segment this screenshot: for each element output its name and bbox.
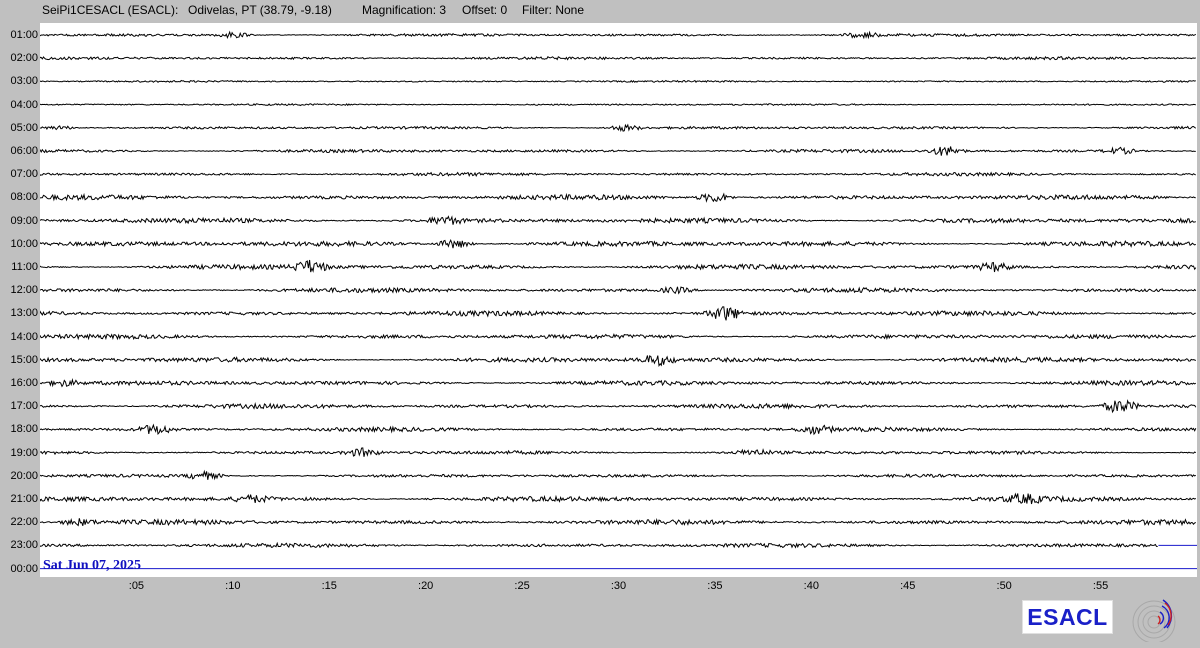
minute-tick-label: :30 bbox=[610, 580, 627, 592]
station-label: SeiPi1CESACL (ESACL): bbox=[42, 3, 179, 17]
location-label: Odivelas, PT (38.79, -9.18) bbox=[188, 3, 332, 17]
hour-label: 00:00 bbox=[10, 562, 38, 575]
trace-0200 bbox=[40, 55, 1196, 61]
hour-label: 22:00 bbox=[10, 516, 38, 529]
trace-1700 bbox=[40, 399, 1197, 414]
hour-label: 20:00 bbox=[10, 469, 38, 482]
hour-label: 10:00 bbox=[10, 237, 38, 250]
trace-0700 bbox=[40, 171, 1197, 177]
minute-tick-label: :20 bbox=[418, 580, 434, 592]
trace-1500 bbox=[40, 355, 1197, 368]
minute-tick-label: :15 bbox=[321, 580, 337, 592]
trace-2000 bbox=[40, 469, 1197, 481]
trace-1300 bbox=[40, 306, 1196, 321]
logo-text: ESACL bbox=[1027, 603, 1108, 630]
hour-label: 05:00 bbox=[10, 121, 38, 134]
hour-label: 04:00 bbox=[10, 98, 38, 111]
header-bar: SeiPi1CESACL (ESACL): Odivelas, PT (38.7… bbox=[0, 0, 1200, 22]
hour-axis: 01:00 02:00 03:00 04:00 05:00 06:00 07:00 08:00… bbox=[0, 0, 40, 600]
trace-0800 bbox=[40, 192, 1196, 203]
date-label: Sat Jun 07, 2025 bbox=[43, 558, 142, 573]
minute-tick-label: :25 bbox=[514, 580, 530, 592]
trace-0400 bbox=[40, 102, 1196, 107]
esacl-logo: ESACL bbox=[1022, 600, 1113, 634]
minute-tick-label: :55 bbox=[1092, 580, 1109, 592]
filter-label: Filter: None bbox=[522, 3, 585, 17]
trace-2100 bbox=[40, 492, 1197, 505]
minute-tick-label: :50 bbox=[996, 580, 1012, 592]
seismograph-emblem-icon bbox=[1130, 594, 1182, 642]
hour-label: 23:00 bbox=[10, 539, 38, 552]
magnification-label: Magnification: 3 bbox=[362, 3, 447, 17]
trace-0900 bbox=[40, 215, 1196, 226]
hour-label: 07:00 bbox=[10, 168, 38, 181]
offset-label: Offset: 0 bbox=[462, 3, 508, 17]
trace-1200 bbox=[40, 285, 1197, 295]
trace-1900 bbox=[40, 447, 1197, 457]
hour-label: 15:00 bbox=[10, 353, 38, 366]
trace-2200 bbox=[40, 517, 1196, 527]
hour-label: 09:00 bbox=[10, 214, 38, 227]
hour-label: 06:00 bbox=[10, 145, 38, 157]
minute-tick-label: :35 bbox=[707, 580, 723, 592]
minute-tick-label: :10 bbox=[225, 580, 241, 592]
trace-0100 bbox=[40, 30, 1197, 40]
trace-1400 bbox=[40, 333, 1196, 341]
minute-axis: :05 :10 :15 :20 :25 :30 :35 :40 :45 :50 :55 bbox=[40, 580, 1197, 596]
hour-label: 02:00 bbox=[10, 52, 38, 65]
trace-1800 bbox=[40, 423, 1197, 436]
trace-1000 bbox=[40, 238, 1197, 249]
trace-1100 bbox=[40, 259, 1197, 273]
hour-label: 21:00 bbox=[10, 493, 38, 505]
trace-0500 bbox=[40, 123, 1197, 133]
hour-label: 08:00 bbox=[10, 191, 38, 204]
minute-tick-label: :40 bbox=[803, 580, 819, 592]
trace-0300 bbox=[40, 79, 1196, 83]
hour-label: 03:00 bbox=[10, 75, 38, 88]
seismogram-plot bbox=[40, 23, 1197, 577]
hour-label: 14:00 bbox=[10, 330, 38, 343]
trace-0600 bbox=[40, 146, 1196, 156]
hour-label: 16:00 bbox=[10, 377, 38, 389]
minute-tick-label: :45 bbox=[900, 580, 916, 592]
seismogram-traces bbox=[40, 30, 1197, 570]
hour-label: 18:00 bbox=[10, 423, 38, 436]
hour-label: 17:00 bbox=[10, 400, 38, 413]
trace-1600 bbox=[40, 377, 1197, 388]
hour-label: 01:00 bbox=[10, 29, 38, 41]
hour-label: 12:00 bbox=[10, 284, 38, 297]
trace-2300 bbox=[40, 541, 1158, 549]
minute-tick-label: :05 bbox=[128, 580, 145, 592]
hour-label: 13:00 bbox=[10, 307, 38, 320]
hour-label: 19:00 bbox=[10, 446, 38, 459]
hour-label: 11:00 bbox=[11, 261, 38, 273]
